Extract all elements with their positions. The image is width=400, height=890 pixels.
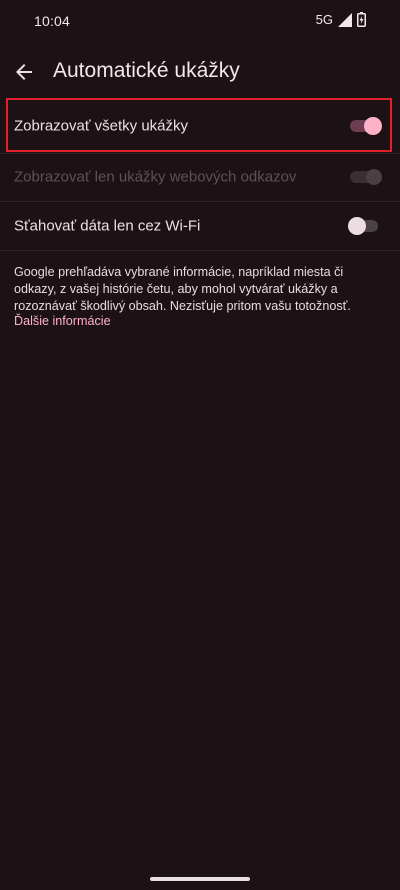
show-all-previews-toggle[interactable] [350, 116, 382, 136]
setting-label: Zobrazovať len ukážky webových odkazov [14, 168, 297, 186]
toggle-thumb [364, 117, 382, 135]
learn-more-link[interactable]: Ďalšie informácie [14, 314, 111, 328]
setting-label: Sťahovať dáta len cez Wi-Fi [14, 217, 201, 235]
setting-show-all-previews[interactable]: Zobrazovať všetky ukážky [0, 101, 400, 151]
page-title: Automatické ukážky [53, 59, 240, 82]
wifi-only-toggle[interactable] [348, 216, 378, 236]
arrow-left-icon[interactable] [12, 60, 36, 84]
status-bar: 10:04 5G [0, 0, 400, 44]
status-time: 10:04 [34, 13, 71, 29]
setting-label: Zobrazovať všetky ukážky [14, 117, 189, 135]
battery-icon [357, 12, 366, 27]
web-link-previews-toggle [350, 167, 382, 187]
app-bar: Automatické ukážky [0, 44, 400, 100]
divider [0, 250, 400, 251]
screen: 10:04 5G Automatické ukážky Zobrazovať v… [0, 0, 400, 890]
toggle-thumb [348, 217, 366, 235]
setting-web-link-previews: Zobrazovať len ukážky webových odkazov [0, 152, 400, 202]
info-description: Google prehľadáva vybrané informácie, na… [14, 265, 351, 313]
signal-icon [338, 12, 352, 27]
toggle-thumb [366, 169, 382, 185]
status-icons: 5G [316, 12, 366, 27]
gesture-navigation-bar[interactable] [150, 877, 250, 881]
setting-wifi-only[interactable]: Sťahovať dáta len cez Wi-Fi [0, 201, 400, 251]
network-type: 5G [315, 12, 333, 27]
